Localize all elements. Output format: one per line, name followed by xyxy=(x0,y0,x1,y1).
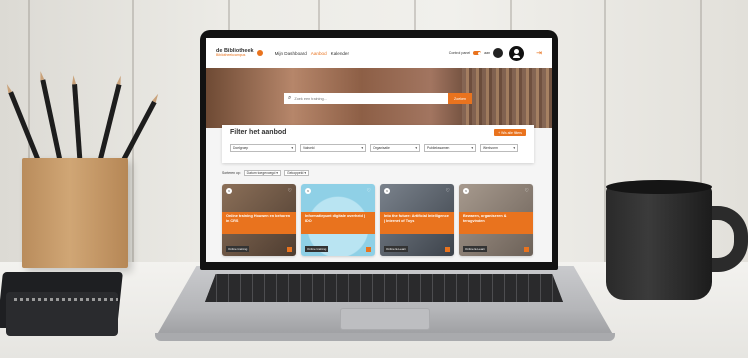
sort-label: Sorteren op: xyxy=(222,171,241,175)
library-logo[interactable]: de Bibliotheek Bibliotheekcampus xyxy=(216,48,254,58)
control-panel-toggle[interactable]: Control panel aan xyxy=(448,45,525,61)
toggle-state-label: aan xyxy=(484,51,491,55)
select-value: Publiekssamen xyxy=(427,146,450,150)
chevron-down-icon: ▾ xyxy=(471,146,473,150)
card-type-tag: Online E-Learn xyxy=(384,246,409,252)
chevron-down-icon: ▾ xyxy=(415,146,417,150)
logout-icon[interactable]: ⇥ xyxy=(536,49,542,57)
card-title: Online training Houwen en behoren in CRS xyxy=(222,212,296,234)
search-icon: ⌕ xyxy=(288,95,292,101)
main-nav: Mijn Dashboard Aanbod Kalender xyxy=(275,51,349,56)
card-action-icon[interactable] xyxy=(445,247,450,252)
laptop-base-edge xyxy=(155,333,615,341)
heart-icon[interactable]: ♡ xyxy=(446,188,450,194)
card-action-icon[interactable] xyxy=(524,247,529,252)
course-card[interactable]: 6 ♡ Into the future: Artificial Intellig… xyxy=(380,184,454,256)
hero-bookshelf xyxy=(462,68,552,128)
clear-filters-button[interactable]: + Wis alle filters xyxy=(494,129,526,136)
filter-select-doelgroep[interactable]: Doelgroep ▾ xyxy=(230,144,296,152)
sort-select-linked[interactable]: Gekoppeld ▾ xyxy=(283,170,310,176)
nav-item-aanbod[interactable]: Aanbod xyxy=(311,51,327,56)
control-panel-label: Control panel xyxy=(448,51,471,55)
search-bar: ⌕ xyxy=(284,93,452,104)
notification-icon[interactable] xyxy=(493,48,504,58)
card-type-tag: Online training xyxy=(305,246,329,252)
select-value: Organisatie xyxy=(373,146,390,150)
heart-icon[interactable]: ♡ xyxy=(288,188,292,194)
heart-icon[interactable]: ♡ xyxy=(525,188,529,194)
card-type-tag: Online training xyxy=(226,246,250,252)
wooden-pencil-cup xyxy=(22,158,128,268)
laptop-keyboard xyxy=(205,274,563,302)
filter-select-werkvorm[interactable]: Werkvorm ▾ xyxy=(480,144,518,152)
card-number-badge: 6 xyxy=(384,188,390,194)
sort-value: Gekoppeld xyxy=(286,171,304,175)
select-value: Doelgroep xyxy=(233,146,249,150)
search-input[interactable] xyxy=(294,96,435,101)
laptop-trackpad xyxy=(340,308,430,330)
card-title: Into the future: Artificial Intelligence… xyxy=(380,212,454,234)
card-title: Bewaren, organiseren & terugvinden xyxy=(459,212,533,234)
laptop-screen: de Bibliotheek Bibliotheekcampus Mijn Da… xyxy=(206,38,552,262)
toggle-switch[interactable] xyxy=(473,51,482,55)
card-action-icon[interactable] xyxy=(287,247,292,252)
course-card[interactable]: 6 ♡ Online training Houwen en behoren in… xyxy=(222,184,296,256)
filter-title: Filter het aanbod xyxy=(230,129,287,136)
chevron-down-icon: ▾ xyxy=(291,146,293,150)
filter-selects: Doelgroep ▾ Vakveld ▾ Organisatie ▾ Publiek… xyxy=(230,144,526,152)
course-cards: 6 ♡ Online training Houwen en behoren in… xyxy=(222,184,534,256)
select-value: Vakveld xyxy=(303,146,315,150)
nav-item-kalender[interactable]: Kalender xyxy=(331,51,349,56)
card-type-tag: Online E-Learn xyxy=(463,246,488,252)
course-card[interactable]: 6 ♡ Bewaren, organiseren & terugvinden O… xyxy=(459,184,533,256)
sort-row: Sorteren op: Datum toegevoegd ▾ Gekoppel… xyxy=(222,170,310,176)
heart-icon[interactable]: ♡ xyxy=(367,188,371,194)
card-number-badge: 6 xyxy=(305,188,311,194)
filter-select-vakveld[interactable]: Vakveld ▾ xyxy=(300,144,366,152)
logo-mark-icon xyxy=(256,50,263,56)
card-action-icon[interactable] xyxy=(366,247,371,252)
mug-rim xyxy=(606,180,712,194)
filter-select-organisatie[interactable]: Organisatie ▾ xyxy=(370,144,420,152)
course-card[interactable]: 6 ♡ Informatiepunt digitale overheid | I… xyxy=(301,184,375,256)
sort-value: Datum toegevoegd xyxy=(246,171,276,175)
card-number-badge: 6 xyxy=(463,188,469,194)
card-title: Informatiepunt digitale overheid | IDO xyxy=(301,212,375,234)
chevron-down-icon: ▾ xyxy=(513,146,515,150)
nav-item-dashboard[interactable]: Mijn Dashboard xyxy=(275,51,307,56)
notebook xyxy=(6,292,118,336)
search-button[interactable]: Zoeken xyxy=(448,93,472,104)
select-value: Werkvorm xyxy=(483,146,498,150)
coffee-mug xyxy=(606,186,712,300)
logo-sub-text: Bibliotheekcampus xyxy=(216,53,246,57)
chevron-down-icon: ▾ xyxy=(361,146,363,150)
top-navigation-bar: de Bibliotheek Bibliotheekcampus Mijn Da… xyxy=(206,38,552,68)
filter-panel: Filter het aanbod + Wis alle filters Doe… xyxy=(222,125,534,163)
filter-select-publiekssamen[interactable]: Publiekssamen ▾ xyxy=(424,144,476,152)
card-number-badge: 6 xyxy=(226,188,232,194)
sort-select-date[interactable]: Datum toegevoegd ▾ xyxy=(243,170,281,176)
user-avatar-icon[interactable] xyxy=(509,45,525,61)
